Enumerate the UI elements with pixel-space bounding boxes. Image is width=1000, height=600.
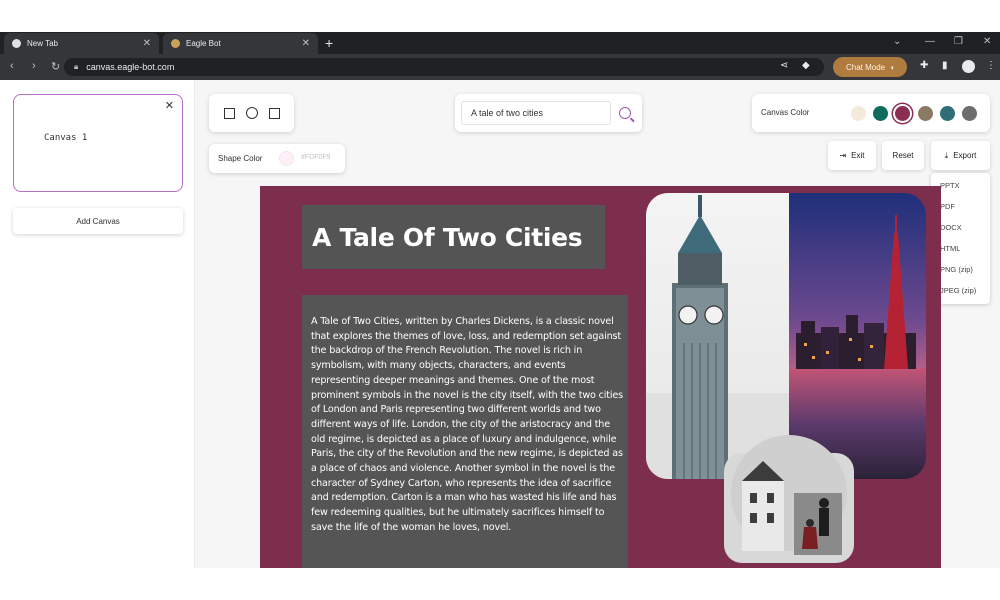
export-option-pdf[interactable]: PDF	[940, 202, 955, 211]
chat-mode-label: Chat Mode	[846, 62, 886, 72]
reset-label: Reset	[892, 151, 914, 160]
chrome-icon	[12, 39, 21, 48]
london-paris-collage-image	[646, 193, 926, 563]
close-tab-icon[interactable]: ✕	[143, 38, 151, 49]
export-option-docx[interactable]: DOCX	[940, 223, 962, 232]
new-tab-plus-icon[interactable]: +	[325, 34, 333, 52]
shape-color-swatch[interactable]	[279, 151, 294, 166]
export-option-pptx[interactable]: PPTX	[940, 181, 960, 190]
canvas-color-swatch[interactable]	[851, 106, 866, 121]
url-text: canvas.eagle-bot.com	[86, 62, 175, 72]
slide-canvas[interactable]: A Tale Of Two Cities A Tale of Two Citie…	[260, 186, 941, 568]
export-label: Export	[953, 151, 977, 160]
slide-title: A Tale Of Two Cities	[312, 223, 583, 252]
chat-mode-button[interactable]: Chat Mode ◑	[833, 57, 907, 77]
chat-mode-toggle-icon: ◑	[889, 62, 894, 72]
shape-tools	[209, 94, 294, 132]
export-option-html[interactable]: HTML	[940, 244, 960, 253]
profile-avatar[interactable]	[962, 60, 975, 73]
browser-tab-new-tab[interactable]: New Tab ✕	[4, 33, 159, 54]
slide-body-box[interactable]: A Tale of Two Cities, written by Charles…	[302, 295, 628, 568]
eagle-bot-favicon-icon	[171, 39, 180, 48]
shape-color-hex[interactable]: #FDF0F9	[301, 154, 331, 161]
app-workspace: Canvas 1 ✕ Add Canvas A tale of two citi…	[0, 80, 1000, 568]
topic-search: A tale of two cities	[455, 94, 642, 132]
canvas-color-swatch[interactable]	[962, 106, 977, 121]
extensions-puzzle-icon[interactable]: ✚	[920, 60, 928, 71]
canvas-sidebar: Canvas 1 ✕ Add Canvas	[0, 80, 195, 568]
canvas-label: Canvas 1	[44, 133, 88, 143]
screen: New Tab ✕ Eagle Bot ✕ + ⌄ — ❐ ✕ ‹ › ↻ 🔒︎…	[0, 0, 1000, 600]
rectangle-shape-icon[interactable]	[268, 107, 280, 119]
export-option-png-zip[interactable]: PNG (zip)	[940, 265, 973, 274]
add-canvas-button[interactable]: Add Canvas	[13, 208, 183, 234]
close-window-icon[interactable]: ✕	[983, 36, 991, 47]
exit-icon: ⇥	[839, 151, 847, 160]
address-bar[interactable]: 🔒︎ canvas.eagle-bot.com	[64, 58, 824, 76]
export-button[interactable]: ⤓ Export	[931, 141, 990, 170]
slide-illustration[interactable]	[646, 193, 926, 568]
export-option-jpeg-zip[interactable]: JPEG (zip)	[940, 286, 976, 295]
canvas-color-swatch-selected[interactable]	[895, 106, 910, 121]
canvas-color-swatch[interactable]	[873, 106, 888, 121]
reload-icon[interactable]: ↻	[51, 60, 60, 73]
canvas-color-swatch[interactable]	[918, 106, 933, 121]
reset-button[interactable]: Reset	[882, 141, 924, 170]
canvas-color-swatch[interactable]	[940, 106, 955, 121]
shape-color-label: Shape Color	[218, 154, 263, 163]
exit-button[interactable]: ⇥ Exit	[828, 141, 876, 170]
minimize-icon[interactable]: —	[925, 36, 935, 47]
search-input[interactable]: A tale of two cities	[461, 101, 611, 125]
tab-search-chevron-icon[interactable]: ⌄	[893, 36, 901, 47]
forward-arrow-icon[interactable]: ›	[32, 60, 36, 72]
share-icon[interactable]: ⋖	[780, 60, 788, 71]
side-panel-icon[interactable]: ▮	[942, 60, 948, 71]
tab-title: New Tab	[27, 39, 58, 48]
restore-icon[interactable]: ❐	[954, 36, 963, 47]
browser-tab-bar: New Tab ✕ Eagle Bot ✕ + ⌄ — ❐ ✕	[0, 32, 1000, 54]
exit-label: Exit	[851, 151, 865, 160]
canvas-color-picker: Canvas Color	[752, 94, 990, 132]
browser-tab-eagle-bot[interactable]: Eagle Bot ✕	[163, 33, 318, 54]
canvas-list-item[interactable]: Canvas 1 ✕	[13, 94, 183, 192]
close-tab-icon[interactable]: ✕	[302, 38, 310, 49]
browser-toolbar: ‹ › ↻ 🔒︎ canvas.eagle-bot.com ⋖ ◆ Chat M…	[0, 54, 1000, 80]
extension-eagle-icon[interactable]: ◆	[802, 60, 810, 71]
search-icon[interactable]	[619, 107, 631, 119]
tab-title: Eagle Bot	[186, 39, 221, 48]
shape-color-picker: Shape Color #FDF0F9	[209, 144, 345, 173]
more-menu-icon[interactable]: ⋮	[986, 60, 996, 71]
download-icon: ⤓	[944, 150, 949, 160]
page-bottom-margin	[0, 568, 1000, 600]
close-canvas-icon[interactable]: ✕	[165, 99, 174, 112]
slide-body-text: A Tale of Two Cities, written by Charles…	[311, 316, 624, 533]
back-arrow-icon[interactable]: ‹	[10, 60, 14, 72]
slide-title-box[interactable]: A Tale Of Two Cities	[302, 205, 605, 269]
lock-icon: 🔒︎	[74, 62, 79, 71]
canvas-color-label: Canvas Color	[761, 108, 810, 117]
circle-shape-icon[interactable]	[245, 107, 258, 119]
square-shape-icon[interactable]	[223, 107, 235, 119]
